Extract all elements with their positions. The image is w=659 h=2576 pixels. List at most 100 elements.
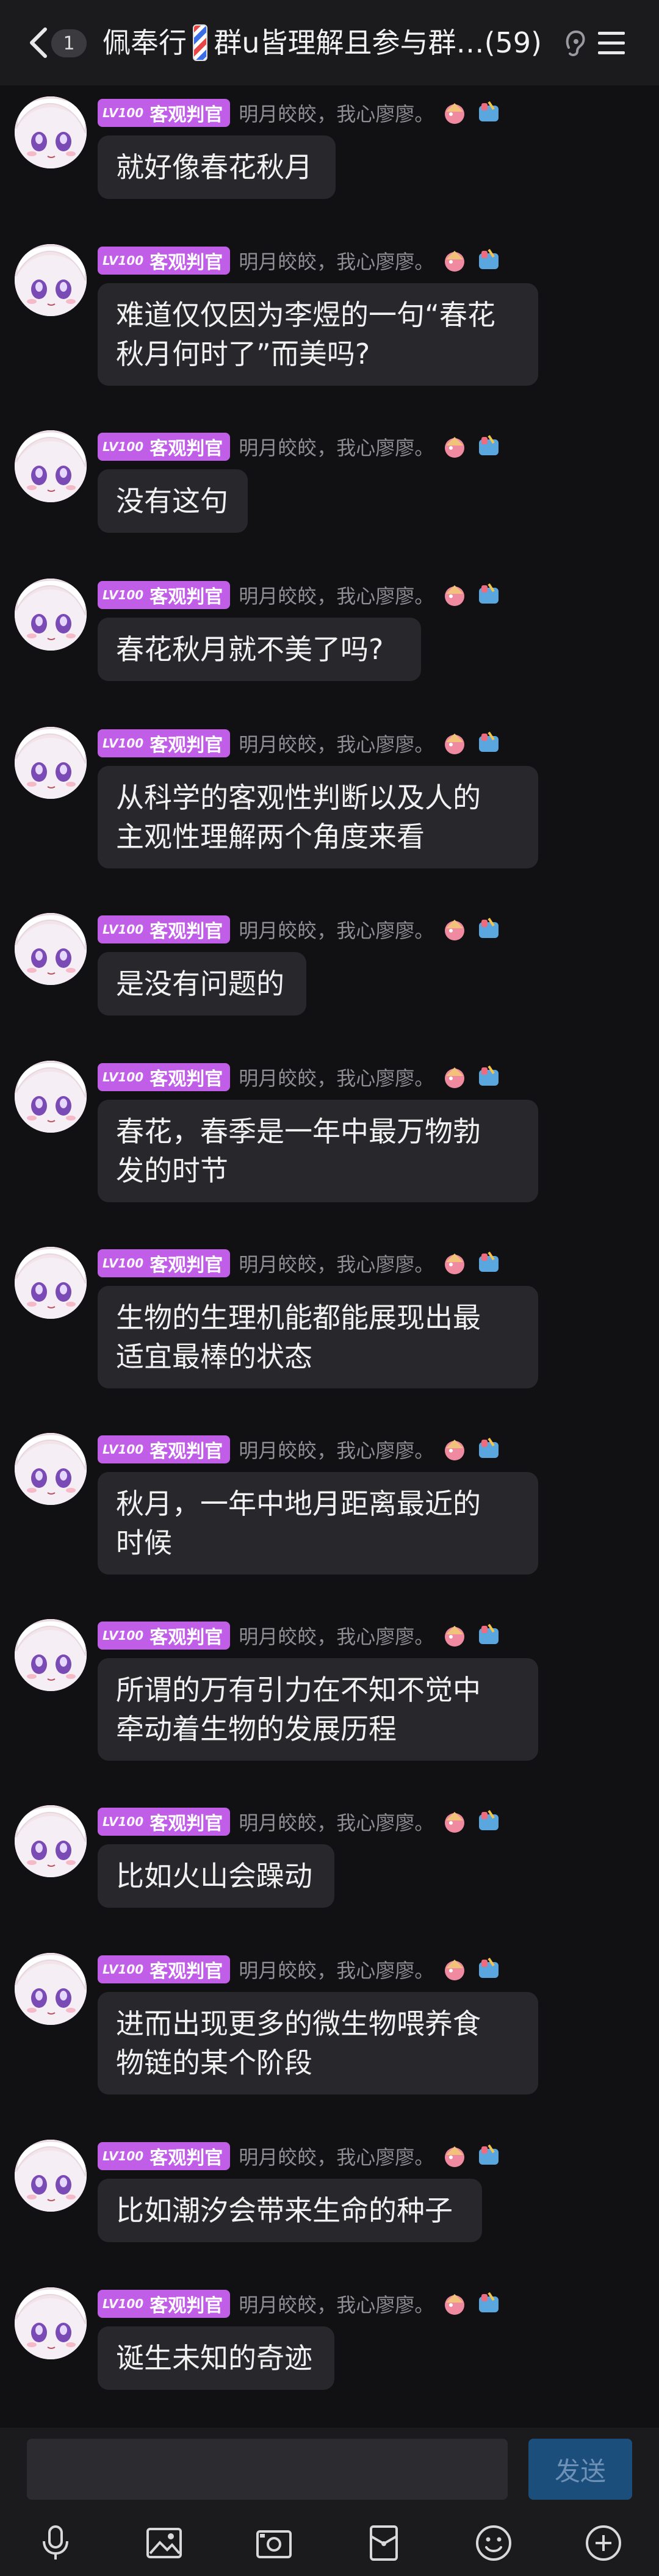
title-badge: LV100 客观判官 (98, 247, 231, 275)
message-bubble[interactable]: 难道仅仅因为李煜的一句“春花 秋月何时了”而美吗? (98, 283, 538, 386)
avatar[interactable] (15, 1433, 87, 1505)
message-bubble[interactable]: 就好像春花秋月 (98, 135, 336, 199)
avatar[interactable] (15, 430, 87, 502)
message-bubble[interactable]: 春花，春季是一年中最万物勃 发的时节 (98, 1100, 538, 1202)
message-bubble[interactable]: 比如火山会躁动 (98, 1844, 334, 1908)
sender-nickname[interactable]: 明月皎皎，我心廖廖。 (239, 2290, 434, 2318)
sender-nickname[interactable]: 明月皎皎，我心廖廖。 (239, 247, 434, 275)
sender-nickname[interactable]: 明月皎皎，我心廖廖。 (239, 1063, 434, 1091)
level-label: LV100 (103, 2296, 144, 2311)
title-badge: LV100 客观判官 (98, 915, 231, 943)
title-badge: LV100 客观判官 (98, 1435, 231, 1463)
sender-meta: LV100 客观判官 明月皎皎，我心廖廖。 (98, 728, 502, 759)
sender-nickname[interactable]: 明月皎皎，我心廖廖。 (239, 2142, 434, 2170)
title-badge: LV100 客观判官 (98, 99, 231, 127)
camera-icon[interactable] (254, 2523, 294, 2563)
message-bubble[interactable]: 秋月，一年中地月距离最近的 时候 (98, 1472, 538, 1575)
level-label: LV100 (103, 588, 144, 602)
message-bubble[interactable]: 所谓的万有引力在不知不觉中 牵动着生物的发展历程 (98, 1658, 538, 1761)
gift-icon (475, 1956, 502, 1983)
image-icon[interactable] (144, 2523, 184, 2563)
sender-nickname[interactable]: 明月皎皎，我心廖廖。 (239, 1808, 434, 1836)
sender-nickname[interactable]: 明月皎皎，我心廖廖。 (239, 1622, 434, 1650)
cake-icon (441, 1622, 468, 1649)
emoji-icon[interactable] (474, 2523, 514, 2563)
input-toolbar (0, 2512, 659, 2573)
message-bubble[interactable]: 春花秋月就不美了吗? (98, 618, 421, 681)
cake-icon (441, 2290, 468, 2317)
sender-meta: LV100 客观判官 明月皎皎，我心廖廖。 (98, 2141, 502, 2171)
message-bubble[interactable]: 诞生未知的奇迹 (98, 2326, 334, 2390)
avatar[interactable] (15, 244, 87, 316)
sender-nickname[interactable]: 明月皎皎，我心廖廖。 (239, 581, 434, 609)
title-label: 客观判官 (149, 1961, 223, 1982)
plus-icon[interactable] (583, 2523, 624, 2563)
avatar[interactable] (15, 1805, 87, 1877)
send-button[interactable]: 发送 (528, 2439, 632, 2500)
chat-header: 1 佩奉行 群u皆理解且参与群… (59) (0, 0, 659, 85)
sender-nickname[interactable]: 明月皎皎，我心廖廖。 (239, 729, 434, 757)
title-label: 客观判官 (149, 438, 223, 460)
chat-title[interactable]: 佩奉行 群u皆理解且参与群… (59) (103, 23, 542, 62)
gift-icon (475, 730, 502, 757)
gift-icon (475, 1064, 502, 1091)
level-label: LV100 (103, 1442, 144, 1457)
sender-meta: LV100 客观判官 明月皎皎，我心廖廖。 (98, 98, 502, 128)
title-label: 客观判官 (149, 586, 223, 608)
gift-icon (475, 433, 502, 460)
cake-icon (441, 582, 468, 608)
sender-nickname[interactable]: 明月皎皎，我心廖廖。 (239, 99, 434, 127)
avatar[interactable] (15, 1247, 87, 1319)
cake-icon (441, 730, 468, 757)
level-label: LV100 (103, 1256, 144, 1271)
gift-icon (475, 1436, 502, 1463)
microphone-icon[interactable] (35, 2523, 76, 2563)
avatar[interactable] (15, 1953, 87, 2025)
barber-pole-icon (193, 24, 208, 61)
message-bubble[interactable]: 从科学的客观性判断以及人的 主观性理解两个角度来看 (98, 766, 538, 868)
sender-nickname[interactable]: 明月皎皎，我心廖廖。 (239, 433, 434, 461)
title-label: 客观判官 (149, 1069, 223, 1090)
message-input[interactable] (27, 2439, 508, 2500)
gift-icon (475, 2143, 502, 2170)
sender-nickname[interactable]: 明月皎皎，我心廖廖。 (239, 1435, 434, 1463)
title-text-rest: 群u皆理解且参与群… (214, 26, 484, 59)
avatar[interactable] (15, 727, 87, 799)
avatar[interactable] (15, 913, 87, 985)
avatar[interactable] (15, 2140, 87, 2212)
title-label: 客观判官 (149, 921, 223, 942)
message-bubble[interactable]: 进而出现更多的微生物喂养食 物链的某个阶段 (98, 1992, 538, 2094)
avatar[interactable] (15, 2287, 87, 2359)
cake-icon (441, 2143, 468, 2170)
title-badge: LV100 客观判官 (98, 729, 231, 757)
cake-icon (441, 1064, 468, 1091)
title-label: 客观判官 (149, 1813, 223, 1835)
message-bubble[interactable]: 比如潮汐会带来生命的种子 (98, 2179, 482, 2242)
avatar[interactable] (15, 96, 87, 168)
sender-nickname[interactable]: 明月皎皎，我心廖廖。 (239, 1955, 434, 1983)
title-badge: LV100 客观判官 (98, 1808, 231, 1836)
message-bubble[interactable]: 是没有问题的 (98, 952, 306, 1016)
sender-nickname[interactable]: 明月皎皎，我心廖廖。 (239, 1249, 434, 1277)
message-bubble[interactable]: 没有这句 (98, 469, 248, 533)
avatar[interactable] (15, 579, 87, 651)
title-text-start: 佩奉行 (103, 26, 187, 59)
title-badge: LV100 客观判官 (98, 1622, 231, 1650)
title-label: 客观判官 (149, 2295, 223, 2317)
gift-icon (475, 247, 502, 274)
sender-meta: LV100 客观判官 明月皎皎，我心廖廖。 (98, 580, 502, 610)
red-packet-icon[interactable] (364, 2523, 404, 2563)
level-label: LV100 (103, 922, 144, 937)
title-badge: LV100 客观判官 (98, 2290, 231, 2318)
menu-icon[interactable] (593, 26, 630, 60)
sender-nickname[interactable]: 明月皎皎，我心廖廖。 (239, 915, 434, 943)
level-label: LV100 (103, 1070, 144, 1084)
avatar[interactable] (15, 1061, 87, 1133)
sender-meta: LV100 客观判官 明月皎皎，我心廖廖。 (98, 1062, 502, 1092)
title-badge: LV100 客观判官 (98, 1249, 231, 1277)
title-label: 客观判官 (149, 1627, 223, 1648)
avatar[interactable] (15, 1619, 87, 1691)
ear-icon[interactable] (563, 29, 587, 57)
message-bubble[interactable]: 生物的生理机能都能展现出最 适宜最棒的状态 (98, 1286, 538, 1388)
cake-icon (441, 433, 468, 460)
